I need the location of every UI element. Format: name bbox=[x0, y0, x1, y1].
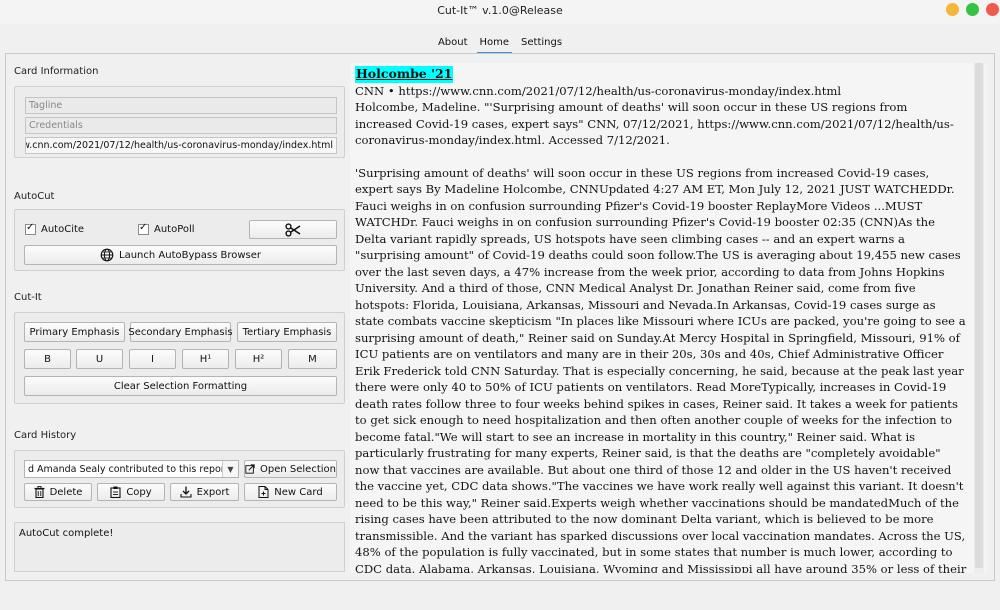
card-history-group: d Amanda Sealy contributed to this repor… bbox=[14, 450, 345, 508]
autocite-label: AutoCite bbox=[41, 224, 85, 235]
clipboard-icon bbox=[110, 486, 121, 498]
secondary-emphasis-button[interactable]: Secondary Emphasis bbox=[128, 322, 233, 342]
preview-scrollbar[interactable] bbox=[974, 63, 984, 573]
heading1-button[interactable]: H¹ bbox=[182, 349, 229, 369]
card-history-label: Card History bbox=[14, 430, 77, 441]
autopoll-label: AutoPoll bbox=[154, 224, 195, 235]
underline-button[interactable]: U bbox=[76, 349, 123, 369]
status-box: AutoCut complete! bbox=[14, 522, 345, 572]
launch-autobypass-label: Launch AutoBypass Browser bbox=[119, 249, 261, 261]
citation-text: Holcombe, Madeline. "'Surprising amount … bbox=[355, 100, 954, 147]
tab-bar: About Home Settings bbox=[0, 36, 1000, 54]
italic-button[interactable]: I bbox=[129, 349, 176, 369]
title-bar: Cut-It™ v.1.0@Release bbox=[0, 0, 1000, 24]
new-card-button[interactable]: New Card bbox=[244, 483, 337, 501]
export-button[interactable]: Export bbox=[170, 483, 239, 501]
primary-emphasis-button[interactable]: Primary Emphasis bbox=[24, 322, 125, 342]
delete-label: Delete bbox=[49, 486, 83, 498]
autocut-group: AutoCite AutoPoll Launch AutoBypass Brow… bbox=[14, 209, 345, 271]
card-preview[interactable]: Holcombe '21 CNN • https://www.cnn.com/2… bbox=[350, 63, 987, 573]
heading2-button[interactable]: H² bbox=[235, 349, 282, 369]
m-button[interactable]: M bbox=[288, 349, 337, 369]
launch-autobypass-button[interactable]: Launch AutoBypass Browser bbox=[24, 245, 337, 265]
cut-it-label: Cut-It bbox=[14, 292, 42, 303]
external-link-icon bbox=[245, 464, 255, 474]
tertiary-emphasis-button[interactable]: Tertiary Emphasis bbox=[237, 322, 337, 342]
autopoll-check-box[interactable] bbox=[138, 222, 149, 235]
new-card-label: New Card bbox=[274, 486, 323, 498]
download-icon bbox=[180, 486, 192, 498]
tab-settings[interactable]: Settings bbox=[515, 36, 568, 52]
open-selection-button[interactable]: Open Selection bbox=[244, 460, 337, 478]
card-information-group: Tagline Credentials www.cnn.com/2021/07/… bbox=[14, 86, 345, 158]
new-file-icon bbox=[258, 486, 269, 498]
preview-scroll-thumb[interactable] bbox=[975, 63, 983, 568]
minimize-button[interactable] bbox=[946, 3, 959, 16]
delete-button[interactable]: Delete bbox=[24, 483, 92, 501]
maximize-button[interactable] bbox=[966, 3, 979, 16]
tab-home[interactable]: Home bbox=[474, 36, 516, 54]
tagline-field[interactable]: Tagline bbox=[25, 97, 337, 114]
credentials-field[interactable]: Credentials bbox=[25, 117, 337, 134]
autopoll-checkbox[interactable]: AutoPoll bbox=[138, 222, 195, 235]
tab-about[interactable]: About bbox=[432, 36, 474, 52]
scissors-icon bbox=[285, 222, 301, 237]
card-tag: Holcombe '21 bbox=[355, 66, 454, 83]
cut-it-group: Primary Emphasis Secondary Emphasis Tert… bbox=[14, 312, 345, 404]
trash-icon bbox=[34, 486, 45, 498]
copy-button[interactable]: Copy bbox=[97, 483, 165, 501]
autocut-button[interactable] bbox=[249, 220, 337, 239]
open-selection-label: Open Selection bbox=[260, 463, 336, 475]
close-button[interactable] bbox=[986, 3, 999, 16]
history-select-value: d Amanda Sealy contributed to this repor… bbox=[28, 463, 222, 475]
card-information-label: Card Information bbox=[14, 66, 99, 77]
card-body-text: 'Surprising amount of deaths' will soon … bbox=[355, 165, 967, 574]
export-label: Export bbox=[196, 486, 230, 498]
globe-icon bbox=[100, 248, 114, 262]
bold-button[interactable]: B bbox=[24, 349, 71, 369]
clear-formatting-button[interactable]: Clear Selection Formatting bbox=[24, 376, 337, 396]
autocut-label: AutoCut bbox=[14, 191, 55, 202]
window-title: Cut-It™ v.1.0@Release bbox=[437, 4, 563, 17]
autocite-check-box[interactable] bbox=[25, 222, 36, 235]
autocite-checkbox[interactable]: AutoCite bbox=[25, 222, 85, 235]
source-line: CNN • https://www.cnn.com/2021/07/12/hea… bbox=[355, 83, 842, 98]
copy-label: Copy bbox=[126, 486, 152, 498]
url-field[interactable]: www.cnn.com/2021/07/12/health/us-coronav… bbox=[25, 137, 337, 154]
chevron-down-icon[interactable]: ▼ bbox=[222, 461, 238, 477]
history-select[interactable]: d Amanda Sealy contributed to this repor… bbox=[24, 460, 239, 478]
